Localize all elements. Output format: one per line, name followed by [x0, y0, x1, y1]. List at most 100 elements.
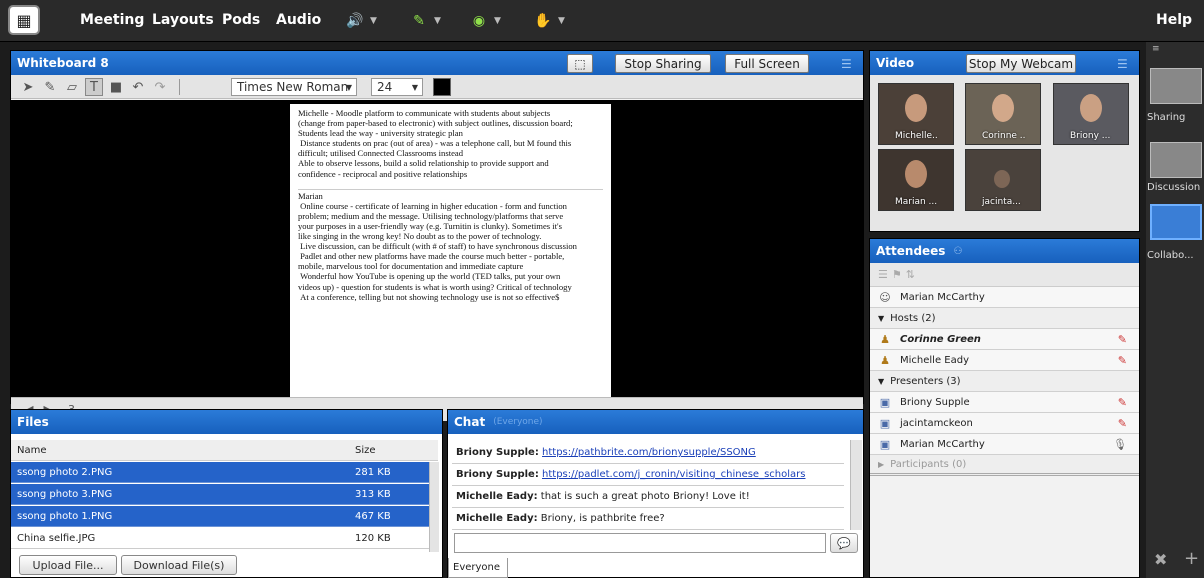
- font-select[interactable]: Times New Roman ▼: [231, 78, 357, 96]
- tools-icon[interactable]: ✖: [1154, 550, 1167, 569]
- video-label: jacinta...: [982, 197, 1021, 207]
- attendee-name: Corinne Green: [900, 333, 981, 345]
- chat-bubble-icon: 💬: [837, 536, 851, 550]
- sort-icon[interactable]: ⇅: [906, 268, 915, 281]
- video-title: Video: [876, 56, 915, 70]
- chat-link[interactable]: https://padlet.com/j_cronin/visiting_chi…: [542, 469, 805, 480]
- microphone-toggle[interactable]: ✎ ▼: [410, 10, 460, 32]
- video-thumb[interactable]: jacinta...: [965, 149, 1041, 211]
- pod-menu-icon[interactable]: ☰: [841, 57, 855, 71]
- redo-icon[interactable]: ↷: [151, 78, 169, 96]
- chevron-down-icon: ▼: [370, 16, 377, 26]
- file-name: ssong photo 3.PNG: [17, 488, 113, 500]
- layout-label[interactable]: Collabo...: [1147, 250, 1194, 261]
- color-swatch[interactable]: [433, 78, 451, 96]
- attendees-icon: ⚇: [953, 245, 963, 257]
- text-tool-icon[interactable]: T: [85, 78, 103, 96]
- layout-label[interactable]: Discussion: [1147, 182, 1200, 193]
- chat-author: Briony Supple:: [456, 447, 539, 458]
- stop-sharing-button[interactable]: Stop Sharing: [615, 54, 711, 73]
- layout-label[interactable]: Sharing: [1147, 112, 1185, 123]
- webcam-toggle[interactable]: ◉ ▼: [470, 10, 520, 32]
- pointer-tool-icon[interactable]: ➤: [19, 78, 37, 96]
- attendee-row[interactable]: ▣ Marian McCarthy 🎙: [870, 434, 1139, 455]
- menu-audio[interactable]: Audio: [276, 12, 321, 28]
- attendee-row[interactable]: ♟ Corinne Green ✎: [870, 329, 1139, 350]
- eraser-icon: ⬚: [574, 56, 586, 71]
- my-name: Marian McCarthy: [900, 291, 985, 303]
- video-thumb[interactable]: Michelle..: [878, 83, 954, 145]
- menu-bar: ▦ Meeting Layouts Pods Audio 🔊 ▼ ✎ ▼ ◉ ▼ ✋ ▼…: [0, 0, 1204, 42]
- rail-menu-icon[interactable]: ≡: [1152, 44, 1160, 54]
- undo-icon[interactable]: ↶: [129, 78, 147, 96]
- host-icon: ♟: [880, 332, 890, 346]
- hosts-group[interactable]: ▼ Hosts (2): [870, 308, 1139, 329]
- video-label: Corinne ..: [982, 131, 1026, 141]
- adobe-connect-logo-icon[interactable]: ▦: [8, 5, 40, 35]
- full-screen-button[interactable]: Full Screen: [725, 54, 809, 73]
- microphone-icon: ✎: [413, 13, 425, 29]
- webcam-icon: ◉: [472, 13, 486, 29]
- speaker-toggle[interactable]: 🔊 ▼: [346, 10, 396, 32]
- chevron-right-icon: ▶: [878, 459, 885, 469]
- chat-scrollbar[interactable]: [850, 440, 862, 530]
- hosts-header: Hosts (2): [890, 312, 936, 324]
- file-name: ssong photo 1.PNG: [17, 510, 113, 522]
- attendees-pod: Attendees ⚇ ☰ ⚑ ⇅ ☺ Marian McCarthy ▼ Hosts …: [869, 238, 1140, 578]
- attendee-row[interactable]: ▣ Briony Supple ✎: [870, 392, 1139, 413]
- menu-meeting[interactable]: Meeting: [80, 12, 144, 28]
- video-thumb[interactable]: Marian ...: [878, 149, 954, 211]
- menu-layouts[interactable]: Layouts: [152, 12, 214, 28]
- my-status-row[interactable]: ☺ Marian McCarthy: [870, 287, 1139, 308]
- attendee-name: Briony Supple: [900, 396, 970, 408]
- mic-muted-icon: ✎: [1117, 332, 1127, 346]
- add-layout-icon[interactable]: +: [1184, 548, 1199, 569]
- chat-input[interactable]: [454, 533, 826, 553]
- raise-hand-icon: ✋: [534, 13, 552, 29]
- pencil-tool-icon[interactable]: ✎: [41, 78, 59, 96]
- sync-button[interactable]: ⬚: [567, 54, 593, 73]
- pod-menu-icon[interactable]: ☰: [1117, 57, 1131, 71]
- table-row[interactable]: ssong photo 3.PNG 313 KB: [11, 484, 438, 505]
- col-size[interactable]: Size: [351, 445, 376, 456]
- col-name[interactable]: Name: [11, 445, 351, 456]
- font-size-select[interactable]: 24 ▼: [371, 78, 423, 96]
- presenters-group[interactable]: ▼ Presenters (3): [870, 371, 1139, 392]
- chevron-down-icon: ▼: [558, 16, 565, 26]
- presenters-header: Presenters (3): [890, 375, 961, 387]
- files-scrollbar[interactable]: [429, 462, 439, 552]
- whiteboard-toolbar: ➤ ✎ ▱ T ■ ↶ ↷ Times New Roman ▼ 24 ▼: [11, 75, 863, 99]
- files-pod: Files Name Size ssong photo 2.PNG 281 KB …: [10, 409, 443, 578]
- participants-group[interactable]: ▶ Participants (0): [870, 455, 1139, 476]
- video-thumb[interactable]: Corinne ..: [965, 83, 1041, 145]
- attendee-row[interactable]: ▣ jacintamckeon ✎: [870, 413, 1139, 434]
- table-row[interactable]: ssong photo 2.PNG 281 KB: [11, 462, 438, 483]
- upload-file-button[interactable]: Upload File...: [19, 555, 117, 575]
- layout-collaboration-icon[interactable]: [1150, 204, 1202, 240]
- video-thumb[interactable]: Briony ...: [1053, 83, 1129, 145]
- presenter-icon: ▣: [879, 437, 891, 451]
- list-view-icon[interactable]: ☰: [878, 268, 888, 281]
- chat-author: Michelle Eady:: [456, 513, 538, 524]
- layout-discussion-icon[interactable]: [1150, 142, 1202, 178]
- send-message-button[interactable]: 💬: [830, 533, 858, 553]
- chat-author: Briony Supple:: [456, 469, 539, 480]
- font-value: Times New Roman: [237, 80, 349, 94]
- file-size: 281 KB: [355, 466, 391, 478]
- status-view-icon[interactable]: ⚑: [892, 268, 902, 281]
- attendee-row[interactable]: ♟ Michelle Eady ✎: [870, 350, 1139, 371]
- download-files-button[interactable]: Download File(s): [121, 555, 237, 575]
- chat-link[interactable]: https://pathbrite.com/brionysupple/SSONG: [542, 447, 756, 458]
- highlighter-tool-icon[interactable]: ▱: [63, 78, 81, 96]
- menu-help[interactable]: Help: [1156, 12, 1192, 28]
- table-row[interactable]: China selfie.JPG 120 KB: [11, 528, 438, 549]
- status-toggle[interactable]: ✋ ▼: [534, 10, 584, 32]
- tab-everyone[interactable]: Everyone: [448, 558, 508, 578]
- chat-title: Chat: [454, 415, 486, 429]
- table-row[interactable]: ssong photo 1.PNG 467 KB: [11, 506, 438, 527]
- video-header: Video Stop My Webcam ☰: [870, 51, 1139, 75]
- stop-webcam-button[interactable]: Stop My Webcam: [966, 54, 1076, 73]
- menu-pods[interactable]: Pods: [222, 12, 260, 28]
- layout-sharing-icon[interactable]: [1150, 68, 1202, 104]
- shape-tool-icon[interactable]: ■: [107, 78, 125, 96]
